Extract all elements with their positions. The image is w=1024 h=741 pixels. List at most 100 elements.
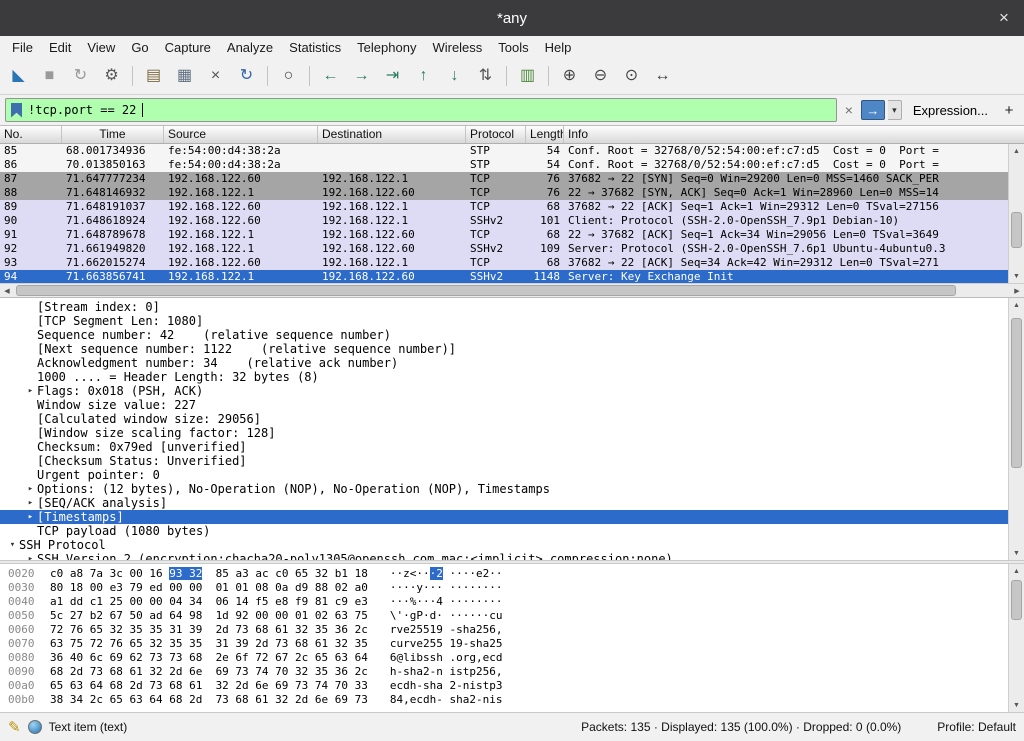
menu-item-go[interactable]: Go (123, 38, 156, 57)
zoom-original-button[interactable]: ⊙ (616, 62, 647, 90)
hex-row-0020[interactable]: 0020c0 a8 7a 3c 00 16 93 32 85 a3 ac c0 … (0, 567, 1008, 581)
go-forward-button[interactable]: → (346, 62, 377, 90)
go-back-button[interactable]: ← (315, 62, 346, 90)
hex-row-0040[interactable]: 0040a1 dd c1 25 00 00 04 34 06 14 f5 e8 … (0, 595, 1008, 609)
hex-row-0070[interactable]: 007063 75 72 76 65 32 35 35 31 39 2d 73 … (0, 637, 1008, 651)
go-to-packet-button[interactable]: ⇥ (377, 62, 408, 90)
scroll-up-icon[interactable]: ▲ (1009, 144, 1024, 158)
menu-item-statistics[interactable]: Statistics (281, 38, 349, 57)
add-filter-button[interactable]: + (999, 99, 1019, 121)
detail-line[interactable]: Window size value: 227 (0, 398, 1008, 412)
capture-options-button[interactable]: ⚙ (96, 62, 127, 90)
save-file-button[interactable]: ▦ (169, 62, 200, 90)
detail-scrollbar-thumb[interactable] (1011, 318, 1022, 468)
packet-row-93[interactable]: 9371.662015274192.168.122.60192.168.122.… (0, 256, 1008, 270)
reload-file-button[interactable]: ↻ (231, 62, 262, 90)
profile-button[interactable]: Profile: Default (937, 720, 1016, 734)
detail-line[interactable]: [Window size scaling factor: 128] (0, 426, 1008, 440)
menu-item-analyze[interactable]: Analyze (219, 38, 281, 57)
column-header-no[interactable]: No. (0, 126, 62, 143)
packet-list-hscrollbar-thumb[interactable] (16, 285, 956, 296)
scroll-down-icon[interactable]: ▼ (1009, 269, 1024, 283)
hex-row-0050[interactable]: 00505c 27 b2 67 50 ad 64 98 1d 92 00 00 … (0, 609, 1008, 623)
capture-comment-pencil-icon[interactable]: ✎ (8, 718, 21, 736)
packet-list-scrollbar-thumb[interactable] (1011, 212, 1022, 248)
find-packet-button[interactable]: ○ (273, 62, 304, 90)
detail-line[interactable]: ▸SSH Version 2 (encryption:chacha20-poly… (0, 552, 1008, 560)
zoom-in-button[interactable]: ⊕ (554, 62, 585, 90)
scroll-down-icon[interactable]: ▼ (1009, 546, 1024, 560)
detail-line[interactable]: ▸Options: (12 bytes), No-Operation (NOP)… (0, 482, 1008, 496)
close-window-button[interactable]: × (994, 8, 1014, 28)
detail-line[interactable]: TCP payload (1080 bytes) (0, 524, 1008, 538)
menu-item-capture[interactable]: Capture (157, 38, 219, 57)
expander-open-icon[interactable]: ▾ (6, 538, 19, 552)
hex-row-0060[interactable]: 006072 76 65 32 35 35 31 39 2d 73 68 61 … (0, 623, 1008, 637)
expert-info-icon[interactable] (28, 720, 42, 734)
scroll-up-icon[interactable]: ▲ (1009, 298, 1024, 312)
detail-line[interactable]: [Next sequence number: 1122 (relative se… (0, 342, 1008, 356)
packet-row-85[interactable]: 8568.001734936fe:54:00:d4:38:2aSTP54Conf… (0, 144, 1008, 158)
filter-history-dropdown[interactable]: ▾ (888, 100, 902, 120)
scroll-left-icon[interactable]: ◀ (0, 284, 14, 297)
packet-row-89[interactable]: 8971.648191037192.168.122.60192.168.122.… (0, 200, 1008, 214)
resize-columns-button[interactable]: ↔ (647, 62, 678, 90)
column-header-info[interactable]: Info (564, 126, 1024, 143)
detail-line[interactable]: ▸[SEQ/ACK analysis] (0, 496, 1008, 510)
zoom-out-button[interactable]: ⊖ (585, 62, 616, 90)
packet-row-91[interactable]: 9171.648789678192.168.122.1192.168.122.6… (0, 228, 1008, 242)
packet-row-90[interactable]: 9071.648618924192.168.122.60192.168.122.… (0, 214, 1008, 228)
scroll-down-icon[interactable]: ▼ (1009, 698, 1024, 712)
detail-line[interactable]: [Calculated window size: 29056] (0, 412, 1008, 426)
packet-row-94[interactable]: 9471.663856741192.168.122.1192.168.122.6… (0, 270, 1008, 283)
hex-row-0030[interactable]: 003080 18 00 e3 79 ed 00 00 01 01 08 0a … (0, 581, 1008, 595)
column-header-length[interactable]: Length (526, 126, 564, 143)
start-capture-button[interactable]: ◣ (3, 62, 34, 90)
detail-line[interactable]: Acknowledgment number: 34 (relative ack … (0, 356, 1008, 370)
scroll-up-icon[interactable]: ▲ (1009, 564, 1024, 578)
menu-item-help[interactable]: Help (537, 38, 580, 57)
hex-row-00a0[interactable]: 00a065 63 64 68 2d 73 68 61 32 2d 6e 69 … (0, 679, 1008, 693)
go-bottom-button[interactable]: ↓ (439, 62, 470, 90)
menu-item-wireless[interactable]: Wireless (424, 38, 490, 57)
packet-list-hscrollbar[interactable]: ◀ ▶ (0, 283, 1024, 297)
menu-item-view[interactable]: View (79, 38, 123, 57)
expander-closed-icon[interactable]: ▸ (24, 510, 37, 524)
open-file-button[interactable]: ▤ (138, 62, 169, 90)
scroll-right-icon[interactable]: ▶ (1010, 284, 1024, 297)
detail-line[interactable]: Checksum: 0x79ed [unverified] (0, 440, 1008, 454)
menu-item-file[interactable]: File (4, 38, 41, 57)
display-filter-input[interactable]: !tcp.port == 22 (5, 98, 837, 122)
hex-scrollbar-thumb[interactable] (1011, 580, 1022, 620)
clear-filter-button[interactable]: × (840, 100, 858, 120)
packet-row-92[interactable]: 9271.661949820192.168.122.1192.168.122.6… (0, 242, 1008, 256)
restart-capture-button[interactable]: ↻ (65, 62, 96, 90)
column-header-destination[interactable]: Destination (318, 126, 466, 143)
apply-filter-button[interactable]: → (861, 100, 885, 120)
column-header-source[interactable]: Source (164, 126, 318, 143)
auto-scroll-button[interactable]: ⇅ (470, 62, 501, 90)
detail-line[interactable]: ▾SSH Protocol (0, 538, 1008, 552)
stop-capture-button[interactable]: ■ (34, 62, 65, 90)
close-file-button[interactable]: × (200, 62, 231, 90)
go-top-button[interactable]: ↑ (408, 62, 439, 90)
hex-row-0090[interactable]: 009068 2d 73 68 61 32 2d 6e 69 73 74 70 … (0, 665, 1008, 679)
menu-item-telephony[interactable]: Telephony (349, 38, 424, 57)
packet-list-scrollbar[interactable]: ▲ ▼ (1008, 144, 1024, 283)
detail-line[interactable]: [Stream index: 0] (0, 300, 1008, 314)
packet-row-88[interactable]: 8871.648146932192.168.122.1192.168.122.6… (0, 186, 1008, 200)
expander-closed-icon[interactable]: ▸ (24, 384, 37, 398)
menu-item-edit[interactable]: Edit (41, 38, 79, 57)
detail-line[interactable]: 1000 .... = Header Length: 32 bytes (8) (0, 370, 1008, 384)
detail-line[interactable]: Urgent pointer: 0 (0, 468, 1008, 482)
detail-line[interactable]: [TCP Segment Len: 1080] (0, 314, 1008, 328)
title-bar[interactable]: *any × (0, 0, 1024, 36)
bookmark-icon[interactable] (11, 103, 22, 118)
detail-line[interactable]: Sequence number: 42 (relative sequence n… (0, 328, 1008, 342)
packet-row-87[interactable]: 8771.647777234192.168.122.60192.168.122.… (0, 172, 1008, 186)
expander-closed-icon[interactable]: ▸ (24, 552, 37, 560)
packet-row-86[interactable]: 8670.013850163fe:54:00:d4:38:2aSTP54Conf… (0, 158, 1008, 172)
hex-row-0080[interactable]: 008036 40 6c 69 62 73 73 68 2e 6f 72 67 … (0, 651, 1008, 665)
hex-scrollbar[interactable]: ▲ ▼ (1008, 564, 1024, 712)
expression-button[interactable]: Expression... (905, 103, 996, 118)
